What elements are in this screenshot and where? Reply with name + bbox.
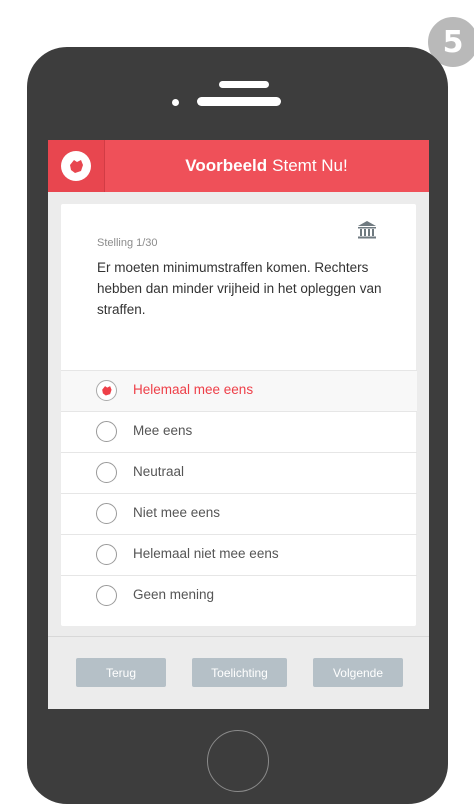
- selected-logo-icon: [102, 386, 112, 396]
- answer-options: Helemaal mee eens Mee eens Neutraal Niet…: [61, 370, 417, 616]
- option-label: Geen mening: [133, 587, 215, 602]
- radio-button[interactable]: [96, 544, 117, 565]
- option-label: Niet mee eens: [133, 505, 221, 520]
- phone-speaker-top: [219, 81, 269, 88]
- explanation-button[interactable]: Toelichting: [192, 658, 287, 687]
- app-header: Voorbeeld Stemt Nu!: [48, 140, 429, 192]
- back-button[interactable]: Terug: [76, 658, 166, 687]
- radio-button[interactable]: [96, 503, 117, 524]
- museum-icon[interactable]: [357, 220, 377, 245]
- radio-selected[interactable]: [96, 380, 117, 401]
- option-label: Helemaal mee eens: [133, 382, 254, 397]
- option-helemaal-mee-eens[interactable]: Helemaal mee eens: [61, 370, 417, 411]
- party-logo-icon: [61, 151, 91, 181]
- option-label: Helemaal niet mee eens: [133, 546, 279, 561]
- phone-home-button[interactable]: [207, 730, 269, 792]
- footer-divider: [48, 636, 429, 637]
- radio-button[interactable]: [96, 462, 117, 483]
- next-button[interactable]: Volgende: [313, 658, 403, 687]
- option-mee-eens[interactable]: Mee eens: [61, 411, 417, 452]
- option-geen-mening[interactable]: Geen mening: [61, 575, 417, 616]
- radio-button[interactable]: [96, 585, 117, 606]
- phone-sensor: [172, 99, 179, 106]
- radio-button[interactable]: [96, 421, 117, 442]
- statement-text: Er moeten minimumstraffen komen. Rechter…: [97, 260, 382, 317]
- app-title: Voorbeeld Stemt Nu!: [104, 140, 429, 192]
- option-label: Neutraal: [133, 464, 185, 479]
- statement-counter: Stelling 1/30: [97, 237, 158, 249]
- app-title-rest: Stemt Nu!: [272, 156, 348, 175]
- logo-button[interactable]: [48, 140, 105, 192]
- option-label: Mee eens: [133, 423, 193, 438]
- phone-speaker: [197, 97, 281, 106]
- app-title-bold: Voorbeeld: [185, 156, 268, 175]
- option-helemaal-niet-mee-eens[interactable]: Helemaal niet mee eens: [61, 534, 417, 575]
- option-niet-mee-eens[interactable]: Niet mee eens: [61, 493, 417, 534]
- option-neutraal[interactable]: Neutraal: [61, 452, 417, 493]
